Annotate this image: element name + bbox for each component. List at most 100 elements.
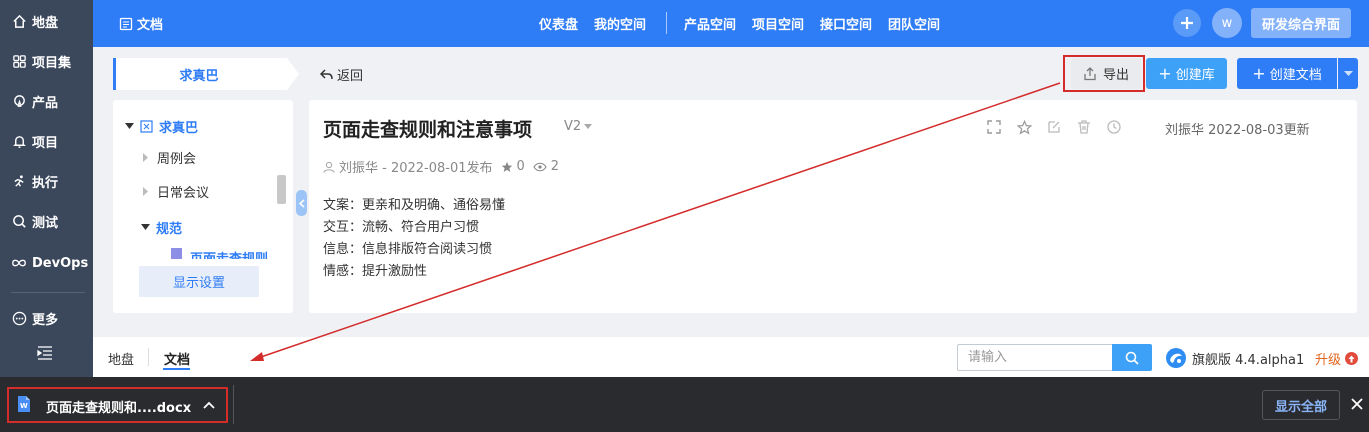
nav-api-space[interactable]: 接口空间 <box>820 14 872 33</box>
bell-icon <box>11 133 27 149</box>
doc-line: 信息：信息排版符合阅读习惯 <box>323 242 493 257</box>
sidebar-item-dashboard[interactable]: 地盘 <box>0 6 93 36</box>
tree-item-spec[interactable]: 规范 <box>139 218 182 237</box>
doc-line: 情感：提升激励性 <box>323 264 428 279</box>
doc-author-published: 刘振华 - 2022-08-01发布 <box>339 161 493 176</box>
document-panel: 页面走查规则和注意事项 V2 刘振华 2022-08-03更新 刘振华 - 20… <box>309 100 1357 313</box>
active-tab-indicator <box>163 368 190 370</box>
library-icon <box>140 120 153 133</box>
collapse-tree-handle[interactable] <box>296 190 307 216</box>
upgrade-link[interactable]: 升级 <box>1315 349 1359 368</box>
sidebar-item-label: 产品 <box>32 95 59 111</box>
doc-title: 页面走查规则和注意事项 <box>323 119 533 141</box>
tab-separator <box>148 348 149 366</box>
sidebar-divider <box>11 292 85 293</box>
sidebar-item-test[interactable]: 测试 <box>0 206 93 236</box>
nav-product-space[interactable]: 产品空间 <box>684 14 736 33</box>
system-switch-button[interactable]: 研发综合界面 <box>1251 8 1351 38</box>
run-icon <box>11 173 27 189</box>
sidebar-item-devops[interactable]: DevOps <box>0 248 93 278</box>
plus-icon: + <box>1252 63 1266 83</box>
home-icon <box>11 13 27 29</box>
back-arrow-icon <box>320 69 333 80</box>
sidebar-item-project[interactable]: 项目 <box>0 126 93 156</box>
sidebar-item-execution[interactable]: 执行 <box>0 166 93 196</box>
caret-down-icon <box>139 224 151 231</box>
nav-dashboard[interactable]: 仪表盘 <box>539 14 578 33</box>
tree-scrollbar[interactable] <box>277 175 286 204</box>
sidebar-item-label: 测试 <box>32 215 59 231</box>
history-clock-icon[interactable] <box>1099 118 1129 136</box>
doc-updated-info: 刘振华 2022-08-03更新 <box>1165 123 1310 138</box>
tree-item-current-doc[interactable]: 页面走查规则 <box>171 248 268 259</box>
plus-icon <box>1181 17 1193 29</box>
create-document-dropdown[interactable] <box>1338 58 1358 89</box>
bottom-tab-dashboard[interactable]: 地盘 <box>108 349 134 368</box>
fullscreen-icon[interactable] <box>979 118 1009 136</box>
edit-icon[interactable] <box>1039 118 1069 136</box>
library-tab[interactable]: 求真巴 <box>113 58 300 90</box>
menu-collapse-icon[interactable] <box>37 346 55 364</box>
search-icon <box>11 213 27 229</box>
version-select[interactable]: V2 <box>564 119 593 134</box>
search-button[interactable] <box>1112 344 1152 371</box>
nav-team-space[interactable]: 团队空间 <box>888 14 940 33</box>
bottom-tab-doc[interactable]: 文档 <box>164 349 190 368</box>
sidebar-item-more[interactable]: 更多 <box>0 303 93 333</box>
display-settings-button[interactable]: 显示设置 <box>139 266 259 297</box>
star-filled-icon <box>501 161 513 173</box>
lightbulb-icon <box>11 93 27 109</box>
download-separator <box>233 385 234 424</box>
sidebar-item-label: 更多 <box>32 312 59 328</box>
top-bar: 文档 仪表盘 我的空间 产品空间 项目空间 接口空间 团队空间 w 研发综合界面 <box>93 0 1369 47</box>
tree-item-weekly[interactable]: 周例会 <box>140 148 196 167</box>
show-all-button[interactable]: 显示全部 <box>1262 390 1340 420</box>
caret-down-icon <box>123 123 135 130</box>
sidebar-item-program[interactable]: 项目集 <box>0 46 93 76</box>
nav-project-space[interactable]: 项目空间 <box>752 14 804 33</box>
sidebar-item-product[interactable]: 产品 <box>0 86 93 116</box>
annotation-highlight-download <box>7 387 228 423</box>
caret-right-icon <box>140 187 152 196</box>
more-icon <box>11 310 27 326</box>
grid-icon <box>11 53 27 69</box>
sidebar-item-label: DevOps <box>32 255 89 271</box>
user-icon <box>323 161 335 173</box>
trash-icon[interactable] <box>1069 118 1099 136</box>
doc-meta: 刘振华 - 2022-08-01发布 0 2 <box>323 157 559 176</box>
annotation-highlight-export <box>1063 55 1145 92</box>
app-title: 文档 <box>119 14 163 33</box>
doc-line: 交互：流畅、符合用户习惯 <box>323 220 480 235</box>
plus-icon: + <box>1158 63 1172 83</box>
doc-line: 文案：更亲和及明确、通俗易懂 <box>323 198 506 213</box>
browser-download-bar: W 页面走查规则和....docx 显示全部 <box>0 377 1369 432</box>
infinity-icon <box>11 255 27 271</box>
edition-info[interactable]: 旗舰版 4.4.alpha1 <box>1165 347 1304 369</box>
quick-create-button[interactable] <box>1173 9 1201 37</box>
main-sidebar: 地盘 项目集 产品 项目 执行 测试 DevOps 更多 <box>0 0 93 377</box>
tree-item-daily[interactable]: 日常会议 <box>140 182 209 201</box>
chevron-down-icon <box>1343 70 1353 76</box>
tree-item-root[interactable]: 求真巴 <box>123 117 198 136</box>
search-input[interactable] <box>957 344 1112 371</box>
doc-content: 文案：更亲和及明确、通俗易懂 交互：流畅、符合用户习惯 信息：信息排版符合阅读习… <box>323 195 505 283</box>
sidebar-item-label: 项目集 <box>32 55 72 71</box>
nav-separator <box>666 12 667 34</box>
doc-file-icon <box>171 248 182 259</box>
eye-icon <box>533 162 547 172</box>
bottom-tab-bar: 地盘 文档 旗舰版 4.4.alpha1 升级 <box>93 337 1369 377</box>
sidebar-item-label: 执行 <box>32 175 59 191</box>
chevron-left-icon <box>298 198 304 208</box>
zentao-logo-icon <box>1166 348 1186 368</box>
create-library-button[interactable]: + 创建库 <box>1146 58 1227 89</box>
doc-toolbar <box>979 118 1129 136</box>
arrow-up-icon <box>1345 352 1359 365</box>
star-icon[interactable] <box>1009 118 1039 136</box>
back-link[interactable]: 返回 <box>320 65 363 84</box>
avatar[interactable]: w <box>1212 8 1242 38</box>
doc-views-count: 2 <box>550 159 560 174</box>
create-document-button[interactable]: + 创建文档 <box>1237 58 1337 89</box>
close-icon[interactable] <box>1351 398 1363 414</box>
nav-my-space[interactable]: 我的空间 <box>594 14 646 33</box>
document-icon <box>119 17 133 30</box>
